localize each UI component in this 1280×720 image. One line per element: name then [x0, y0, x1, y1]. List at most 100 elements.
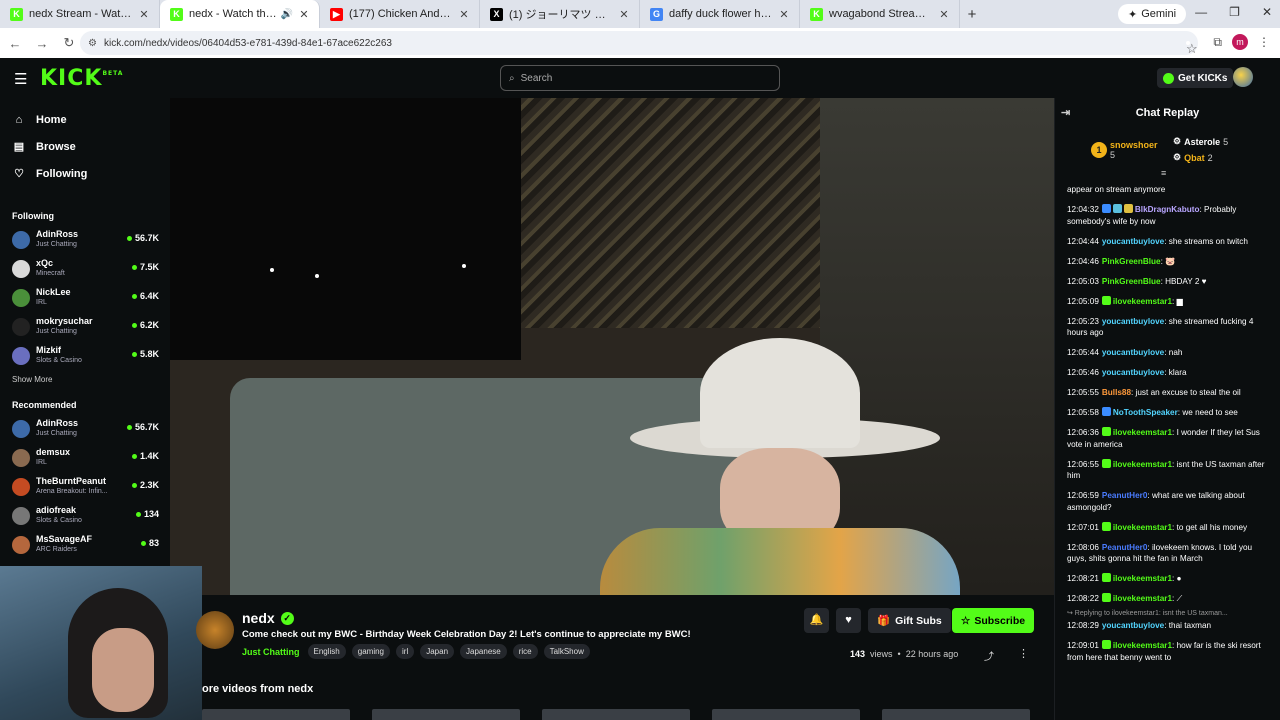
- close-tab-icon[interactable]: ✕: [297, 8, 311, 21]
- minimize-icon[interactable]: —: [1195, 5, 1207, 19]
- sidebar-channel[interactable]: mokrysuchar Just Chatting 6.2K: [0, 312, 170, 341]
- follow-heart-button[interactable]: ♥: [836, 608, 861, 633]
- message-timestamp: 12:08:29: [1067, 621, 1099, 630]
- address-bar[interactable]: ⚙ kick.com/nedx/videos/06404d53-e781-439…: [80, 31, 1198, 56]
- message-username[interactable]: PinkGreenBlue: [1102, 257, 1161, 266]
- message-username[interactable]: ilovekeemstar1: [1113, 460, 1172, 469]
- search-input[interactable]: ⌕ Search: [500, 65, 780, 91]
- message-username[interactable]: PeanutHer0: [1102, 491, 1148, 500]
- video-thumbnail[interactable]: [712, 709, 860, 720]
- collapse-chat-icon[interactable]: ⇥: [1061, 106, 1070, 119]
- get-kicks-button[interactable]: Get KICKs: [1157, 68, 1234, 88]
- maximize-icon[interactable]: ❐: [1229, 5, 1240, 19]
- message-username[interactable]: youcantbuylove: [1102, 348, 1164, 357]
- new-tab-icon[interactable]: +: [960, 6, 984, 23]
- message-username[interactable]: ilovekeemstar1: [1113, 523, 1172, 532]
- message-username[interactable]: Bulls88: [1102, 388, 1131, 397]
- message-username[interactable]: youcantbuylove: [1102, 317, 1164, 326]
- sidebar-channel[interactable]: TheBurntPeanut Arena Breakout: Infin... 2.…: [0, 472, 170, 501]
- video-player[interactable]: [170, 98, 1054, 595]
- bookmark-star-icon[interactable]: ☆: [1186, 41, 1198, 56]
- sidebar-channel[interactable]: Mizkif Slots & Casino 5.8K: [0, 341, 170, 370]
- message-username[interactable]: ilovekeemstar1: [1113, 428, 1172, 437]
- video-scene-person: [600, 338, 960, 595]
- live-dot-icon: [126, 235, 132, 241]
- gift-subs-button[interactable]: 🎁 Gift Subs: [868, 608, 951, 633]
- reload-icon[interactable]: ↻: [57, 35, 81, 51]
- browser-tab[interactable]: Kwvagabond Stream - Watch Live ✕: [800, 0, 960, 28]
- back-icon[interactable]: ←: [3, 36, 27, 51]
- message-username[interactable]: BlkDragnKabuto: [1135, 205, 1200, 214]
- sidebar-nav-following[interactable]: ♡ Following: [0, 160, 170, 187]
- sidebar-channel[interactable]: MsSavageAF ARC Raiders 83: [0, 530, 170, 559]
- chat-filter-icon[interactable]: ≡: [1161, 168, 1166, 178]
- share-icon[interactable]: ⤴: [984, 648, 994, 663]
- gemini-button[interactable]: ✦ Gemini: [1118, 4, 1187, 24]
- streamer-name-row[interactable]: nedx ✓: [242, 610, 294, 626]
- sidebar-channel[interactable]: demsux IRL 1.4K: [0, 443, 170, 472]
- leaderboard-entry[interactable]: ⚙ Asterole 5: [1173, 136, 1228, 147]
- show-more-link[interactable]: Show More: [0, 370, 170, 390]
- tab-title: nedx - Watch the VOD on Ki: [189, 8, 279, 20]
- message-username[interactable]: ilovekeemstar1: [1113, 297, 1172, 306]
- close-tab-icon[interactable]: ✕: [777, 8, 791, 21]
- message-username[interactable]: NoToothSpeaker: [1113, 408, 1178, 417]
- close-tab-icon[interactable]: ✕: [457, 8, 471, 21]
- video-thumbnail[interactable]: [372, 709, 520, 720]
- sidebar-channel[interactable]: xQc Minecraft 7.5K: [0, 254, 170, 283]
- video-thumbnail[interactable]: [542, 709, 690, 720]
- user-avatar[interactable]: [1233, 67, 1253, 87]
- forward-icon[interactable]: →: [30, 36, 54, 51]
- tab-audio-icon[interactable]: 🔊: [281, 9, 293, 20]
- sidebar-nav-home[interactable]: ⌂ Home: [0, 106, 170, 133]
- sidebar-nav-browse[interactable]: ▤ Browse: [0, 133, 170, 160]
- video-thumbnail[interactable]: [202, 709, 350, 720]
- message-username[interactable]: PeanutHer0: [1102, 543, 1148, 552]
- browser-tab[interactable]: Gdaffy duck flower head - Googl ✕: [640, 0, 800, 28]
- sidebar-channel[interactable]: AdinRoss Just Chatting 56.7K: [0, 414, 170, 443]
- notification-bell-button[interactable]: 🔔: [804, 608, 829, 633]
- channel-category: IRL: [36, 299, 47, 306]
- hamburger-menu-icon[interactable]: ☰: [14, 70, 27, 88]
- kick-logo[interactable]: KICKBETA: [40, 66, 123, 91]
- tag-chip[interactable]: gaming: [351, 644, 390, 659]
- category-link[interactable]: Just Chatting: [242, 647, 300, 657]
- channel-category: Just Chatting: [36, 241, 77, 248]
- video-thumbnail[interactable]: [882, 709, 1030, 720]
- message-username[interactable]: PinkGreenBlue: [1102, 277, 1161, 286]
- close-window-icon[interactable]: ✕: [1262, 5, 1272, 19]
- message-username[interactable]: youcantbuylove: [1102, 621, 1164, 630]
- profile-avatar[interactable]: m: [1232, 34, 1248, 50]
- browser-tab[interactable]: X (1) ジョーリマツ 送然外国人技 ✕: [480, 0, 640, 28]
- site-info-icon[interactable]: ⚙: [88, 38, 97, 49]
- tag-chip[interactable]: TalkShow: [543, 644, 590, 659]
- browser-tab[interactable]: ▶ (177) Chicken Andy CRASHES N ✕: [320, 0, 480, 28]
- streamer-avatar[interactable]: [196, 611, 234, 649]
- close-tab-icon[interactable]: ✕: [937, 8, 951, 21]
- message-username[interactable]: ilovekeemstar1: [1113, 641, 1172, 650]
- leaderboard-entry[interactable]: 1 snowshoer 5: [1091, 140, 1158, 160]
- sidebar-channel[interactable]: NickLee IRL 6.4K: [0, 283, 170, 312]
- subscribe-label: Subscribe: [974, 614, 1026, 627]
- browser-tab[interactable]: Knedx - Watch the VOD on Ki🔊 ✕: [160, 0, 320, 28]
- tag-chip[interactable]: rice: [512, 644, 538, 659]
- subscribe-button[interactable]: ☆ Subscribe: [952, 608, 1034, 633]
- message-text: : ▆: [1172, 296, 1183, 306]
- message-username[interactable]: ilovekeemstar1: [1113, 574, 1172, 583]
- sidebar-channel[interactable]: AdinRoss Just Chatting 56.7K: [0, 225, 170, 254]
- close-tab-icon[interactable]: ✕: [137, 8, 151, 21]
- tag-chip[interactable]: Japanese: [460, 644, 507, 659]
- sidebar-channel[interactable]: adiofreak Slots & Casino 134: [0, 501, 170, 530]
- tag-chip[interactable]: irl: [396, 644, 415, 659]
- message-username[interactable]: youcantbuylove: [1102, 368, 1164, 377]
- message-username[interactable]: youcantbuylove: [1102, 237, 1164, 246]
- close-tab-icon[interactable]: ✕: [617, 8, 631, 21]
- leaderboard-entry[interactable]: ⚙ Qbat 2: [1173, 152, 1213, 163]
- more-options-icon[interactable]: ⋮: [1018, 647, 1029, 660]
- browser-menu-icon[interactable]: ⋮: [1258, 35, 1270, 49]
- message-username[interactable]: ilovekeemstar1: [1113, 594, 1172, 603]
- tag-chip[interactable]: English: [307, 644, 346, 659]
- browser-tab[interactable]: Knedx Stream - Watch Live on Ki ✕: [0, 0, 160, 28]
- extensions-icon[interactable]: ⧉: [1213, 35, 1222, 50]
- tag-chip[interactable]: Japan: [420, 644, 455, 659]
